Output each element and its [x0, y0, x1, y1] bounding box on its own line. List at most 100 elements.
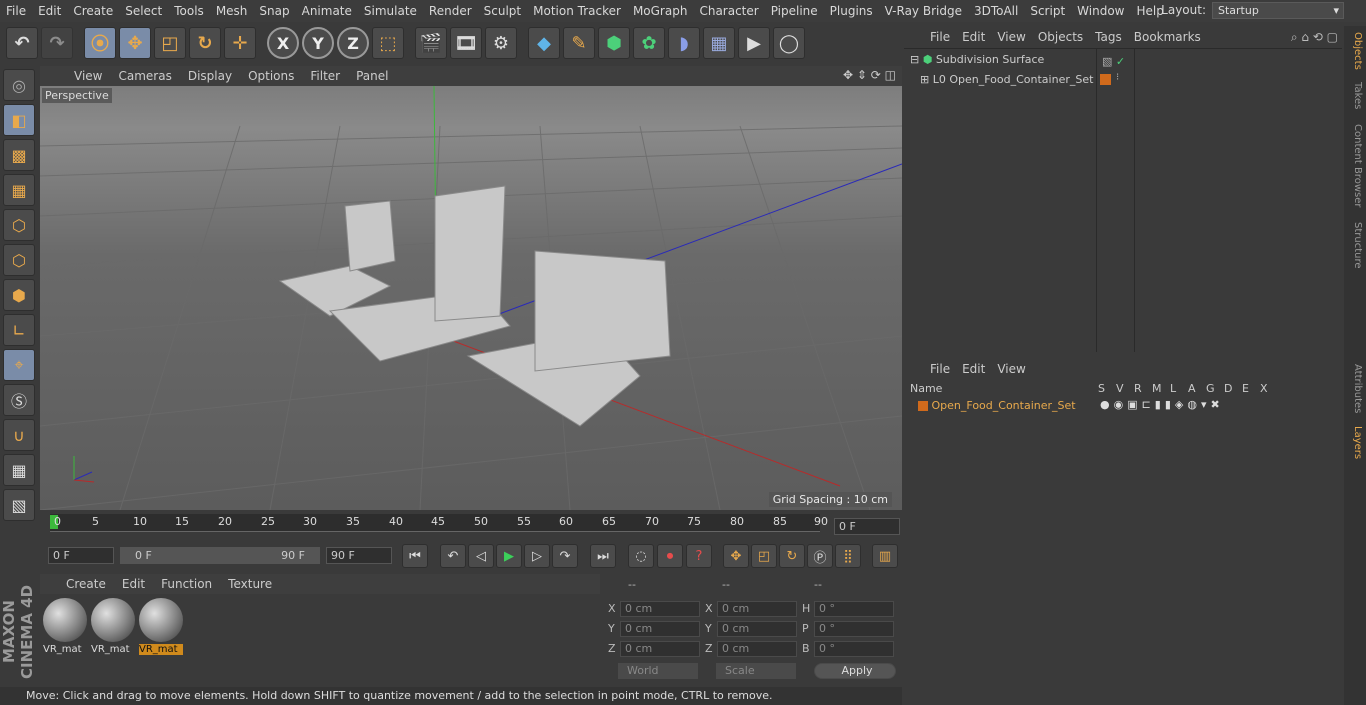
deformer-icon[interactable]: ◗: [668, 27, 700, 59]
menu-sculpt[interactable]: Sculpt: [478, 0, 527, 22]
start-frame-field[interactable]: 0 F: [48, 547, 114, 564]
edges-mode-icon[interactable]: ⬡: [3, 244, 35, 276]
size-x-field[interactable]: 0 cm: [717, 601, 797, 617]
material-swatch[interactable]: VR_mat: [43, 598, 87, 656]
viewport-menu-panel[interactable]: Panel: [348, 69, 396, 83]
frame-range-slider[interactable]: 0 F 90 F: [120, 547, 320, 564]
move-icon[interactable]: ✥: [119, 27, 151, 59]
solo-icon[interactable]: Ⓢ: [3, 384, 35, 416]
menu-render[interactable]: Render: [423, 0, 478, 22]
workplane-lock-icon[interactable]: ▦: [3, 454, 35, 486]
snap-magnet-icon[interactable]: ∪: [3, 419, 35, 451]
axis-mode-icon[interactable]: ∟: [3, 314, 35, 346]
x-axis-icon[interactable]: X: [267, 27, 299, 59]
snap-settings-icon[interactable]: ▧: [3, 489, 35, 521]
object-manager-search-icons[interactable]: ⌕ ⌂ ⟲ ▢: [1291, 30, 1338, 45]
menu-file[interactable]: File: [0, 0, 32, 22]
collapse-icon[interactable]: ⊟: [910, 53, 919, 66]
size-y-field[interactable]: 0 cm: [717, 621, 797, 637]
menu-animate[interactable]: Animate: [296, 0, 358, 22]
rotation-p-field[interactable]: 0 °: [814, 621, 894, 637]
menu-simulate[interactable]: Simulate: [358, 0, 423, 22]
key-pla-icon[interactable]: ⣿: [835, 544, 861, 568]
timeline-ruler[interactable]: 0 5 10 15 20 25 30 35 40 45 50 55 60 65 …: [40, 512, 902, 540]
object-row-subdivision[interactable]: ⊟ ⬢ Subdivision Surface: [910, 51, 1044, 69]
menu-create[interactable]: Create: [67, 0, 119, 22]
record-keys-icon[interactable]: ◌: [628, 544, 654, 568]
object-menu-tags[interactable]: Tags: [1089, 30, 1128, 44]
world-dropdown[interactable]: World: [618, 663, 698, 679]
redo-icon[interactable]: ↷: [41, 27, 73, 59]
viewport-menu-options[interactable]: Options: [240, 69, 302, 83]
object-menu-view[interactable]: View: [991, 30, 1031, 44]
scale-dropdown[interactable]: Scale: [716, 663, 796, 679]
floor-icon[interactable]: ▦: [703, 27, 735, 59]
viewport-nav-icons[interactable]: ✥ ⇕ ⟳ ◫: [843, 68, 896, 82]
menu-snap[interactable]: Snap: [253, 0, 295, 22]
workplane-icon[interactable]: ▦: [3, 174, 35, 206]
layer-menu-file[interactable]: File: [924, 362, 956, 376]
keyframe-selection-icon[interactable]: ?: [686, 544, 712, 568]
z-axis-icon[interactable]: Z: [337, 27, 369, 59]
previous-frame-icon[interactable]: ◁: [468, 544, 494, 568]
object-dots-icon[interactable]: ⁝: [1116, 72, 1119, 83]
render-settings-icon[interactable]: ⚙: [485, 27, 517, 59]
object-row-food-container[interactable]: ⊞ L0 Open_Food_Container_Set: [920, 71, 1093, 89]
cloner-icon[interactable]: ✿: [633, 27, 665, 59]
make-editable-icon[interactable]: ◎: [3, 69, 35, 101]
position-x-field[interactable]: 0 cm: [620, 601, 700, 617]
key-rotation-icon[interactable]: ↻: [779, 544, 805, 568]
rotate-icon[interactable]: ↻: [189, 27, 221, 59]
coordinate-system-icon[interactable]: ⬚: [372, 27, 404, 59]
polygons-mode-icon[interactable]: ⬢: [3, 279, 35, 311]
material-menu-edit[interactable]: Edit: [114, 577, 153, 591]
cube-icon[interactable]: ◆: [528, 27, 560, 59]
tab-takes[interactable]: Takes: [1347, 82, 1363, 109]
next-key-icon[interactable]: ↷: [552, 544, 578, 568]
current-frame-field[interactable]: 0 F: [834, 518, 900, 535]
menu-3dtoall[interactable]: 3DToAll: [968, 0, 1024, 22]
object-visibility-icons[interactable]: ▧ ✓: [1102, 55, 1125, 68]
object-menu-edit[interactable]: Edit: [956, 30, 991, 44]
next-frame-icon[interactable]: ▷: [524, 544, 550, 568]
previous-key-icon[interactable]: ↶: [440, 544, 466, 568]
viewport-menu-view[interactable]: View: [66, 69, 110, 83]
go-to-end-icon[interactable]: ⏭: [590, 544, 616, 568]
position-z-field[interactable]: 0 cm: [620, 641, 700, 657]
menu-vray-bridge[interactable]: V-Ray Bridge: [879, 0, 968, 22]
object-menu-file[interactable]: File: [924, 30, 956, 44]
tweak-mode-icon[interactable]: ⌖: [3, 349, 35, 381]
material-menu-function[interactable]: Function: [153, 577, 220, 591]
viewport-menu-display[interactable]: Display: [180, 69, 240, 83]
menu-mesh[interactable]: Mesh: [210, 0, 254, 22]
menu-mograph[interactable]: MoGraph: [627, 0, 694, 22]
layer-menu-edit[interactable]: Edit: [956, 362, 991, 376]
material-swatch[interactable]: VR_mat: [91, 598, 135, 656]
material-menu-create[interactable]: Create: [58, 577, 114, 591]
move-tool-icon[interactable]: ✛: [224, 27, 256, 59]
object-menu-objects[interactable]: Objects: [1032, 30, 1089, 44]
go-to-start-icon[interactable]: ⏮: [402, 544, 428, 568]
apply-button[interactable]: Apply: [814, 663, 896, 679]
tab-layers[interactable]: Layers: [1347, 426, 1363, 459]
end-frame-field[interactable]: 90 F: [326, 547, 392, 564]
menu-select[interactable]: Select: [119, 0, 168, 22]
menu-plugins[interactable]: Plugins: [824, 0, 879, 22]
tab-content-browser[interactable]: Content Browser: [1347, 124, 1363, 207]
points-mode-icon[interactable]: ⬡: [3, 209, 35, 241]
menu-pipeline[interactable]: Pipeline: [765, 0, 824, 22]
viewport-menu-cameras[interactable]: Cameras: [110, 69, 179, 83]
model-mode-icon[interactable]: ◧: [3, 104, 35, 136]
scheme-settings-icon[interactable]: ▥: [872, 544, 898, 568]
y-axis-icon[interactable]: Y: [302, 27, 334, 59]
camera-icon[interactable]: ▶: [738, 27, 770, 59]
rotation-b-field[interactable]: 0 °: [814, 641, 894, 657]
layer-toggle-icons[interactable]: ●◉▣⊏▮▮◈◍▾✖: [1100, 398, 1224, 411]
play-icon[interactable]: ▶: [496, 544, 522, 568]
subdivision-icon[interactable]: ⬢: [598, 27, 630, 59]
expand-icon[interactable]: ⊞: [920, 73, 929, 86]
key-scale-icon[interactable]: ◰: [751, 544, 777, 568]
key-parameter-icon[interactable]: Ⓟ: [807, 544, 833, 568]
layer-row[interactable]: Open_Food_Container_Set: [918, 399, 1076, 412]
scale-icon[interactable]: ◰: [154, 27, 186, 59]
